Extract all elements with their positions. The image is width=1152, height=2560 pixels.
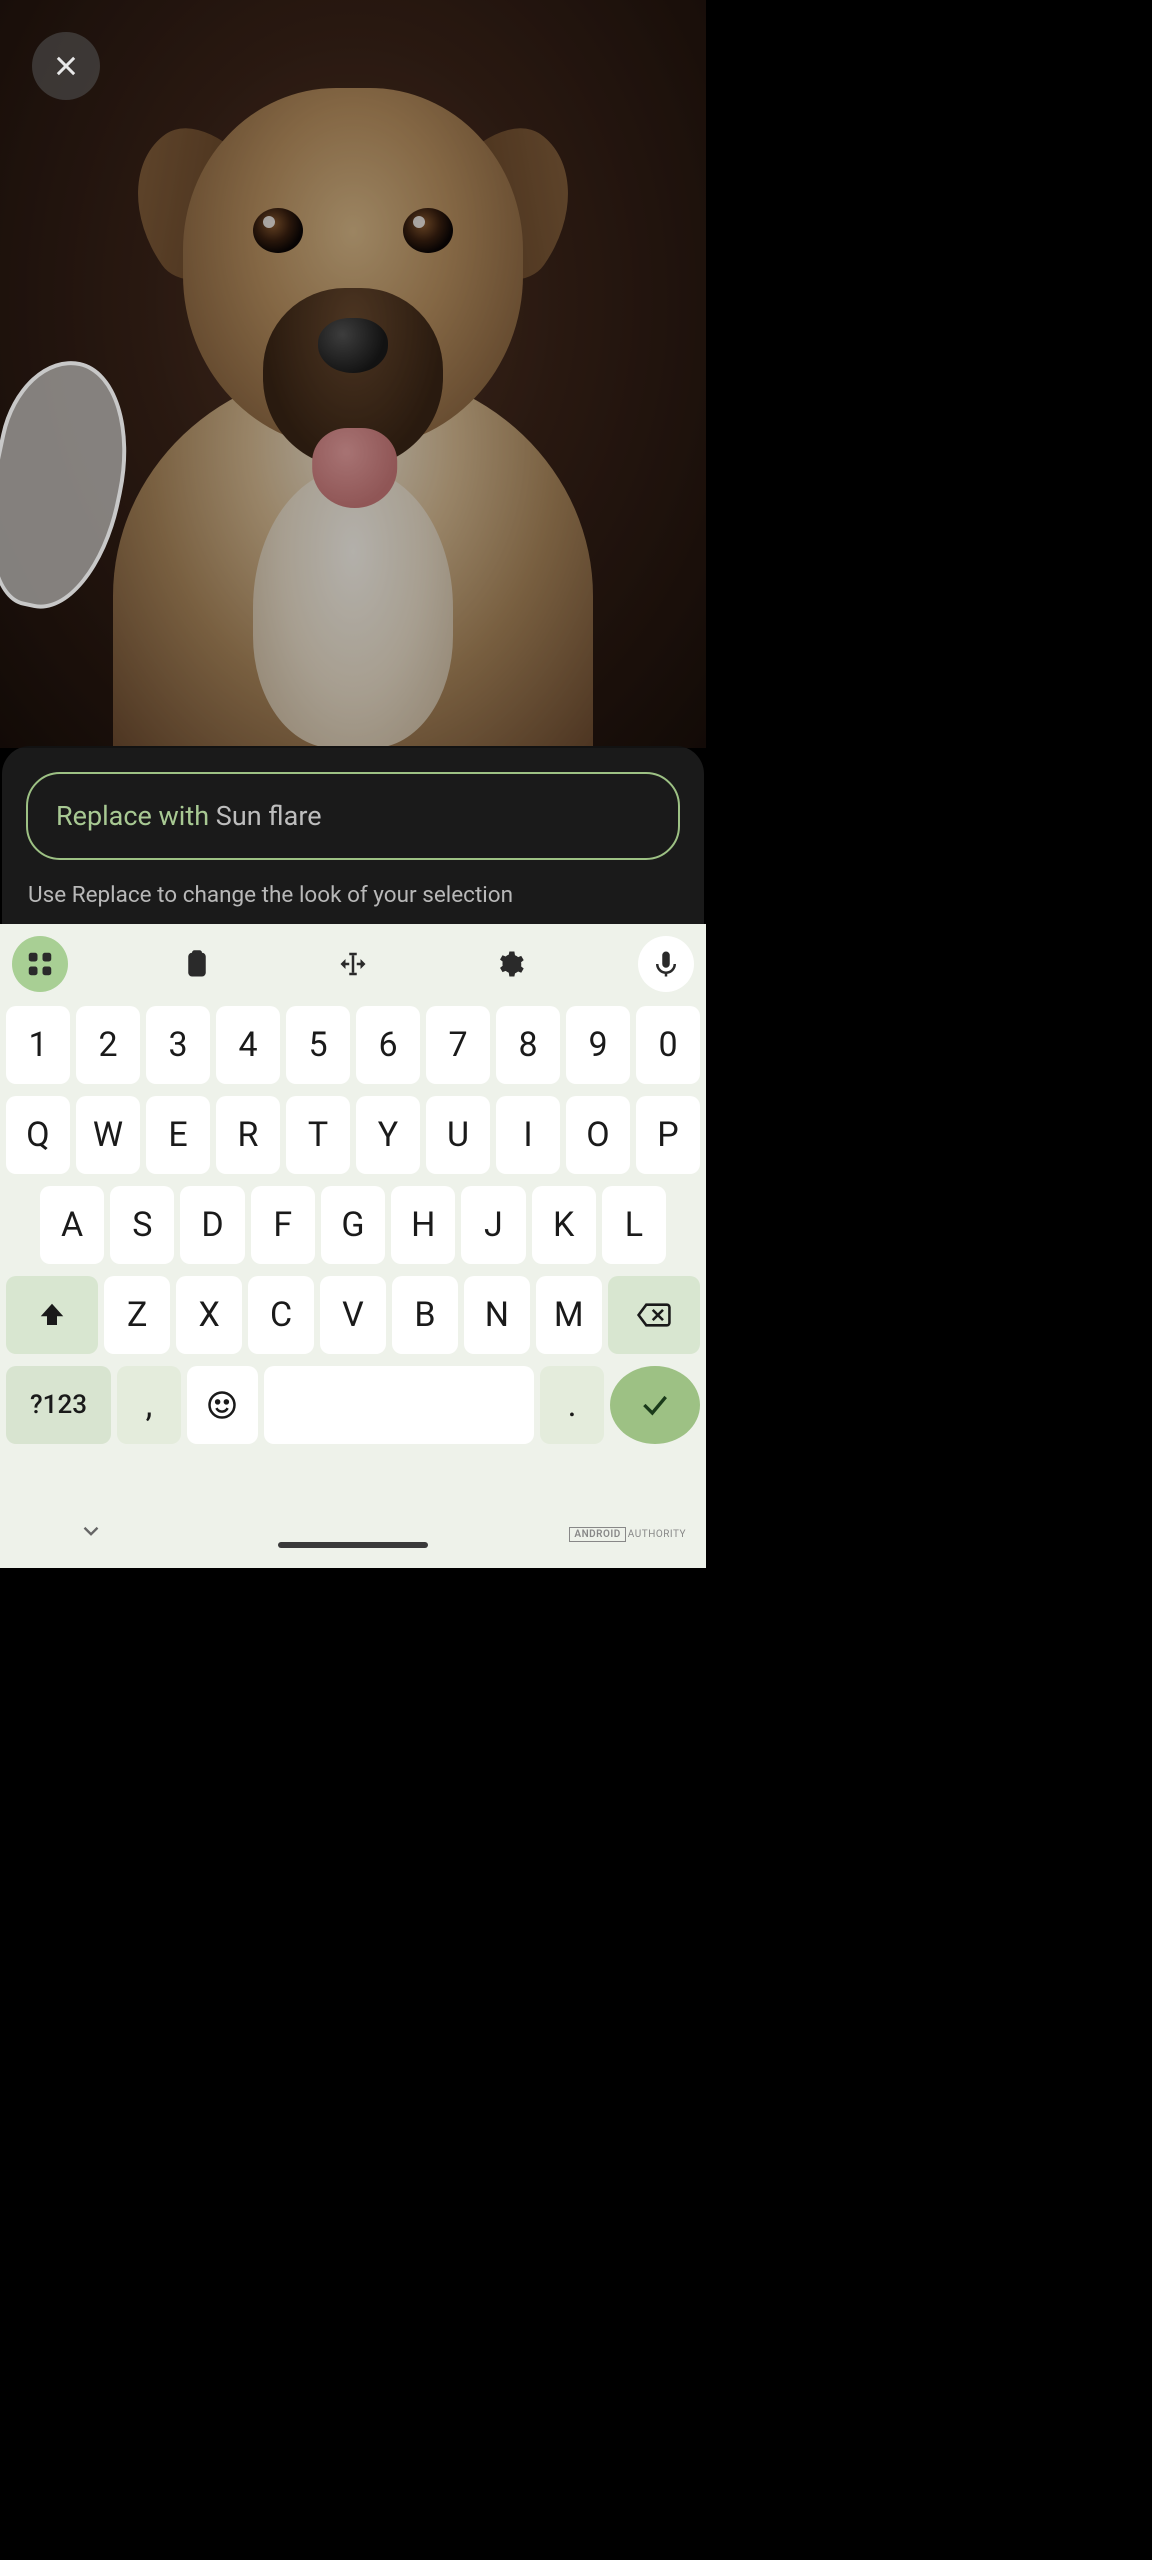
voice-input-button[interactable]: [638, 936, 694, 992]
keyboard-row-numbers: 1234567890: [6, 1006, 700, 1084]
replace-input-panel: Replace with Sun flare Use Replace to ch…: [2, 746, 704, 926]
close-icon: [52, 52, 80, 80]
space-key[interactable]: [264, 1366, 534, 1444]
emoji-key[interactable]: [187, 1366, 258, 1444]
replace-input[interactable]: Replace with Sun flare: [26, 772, 680, 860]
keyboard-row-1: QWERTYUIOP: [6, 1096, 700, 1174]
photo-editor-canvas[interactable]: [0, 0, 706, 748]
key-4[interactable]: 4: [216, 1006, 280, 1084]
emoji-icon: [207, 1390, 237, 1420]
nav-gesture-pill[interactable]: [278, 1542, 428, 1548]
key-q[interactable]: Q: [6, 1096, 70, 1174]
key-k[interactable]: K: [532, 1186, 596, 1264]
shift-icon: [37, 1300, 67, 1330]
clipboard-button[interactable]: [169, 936, 225, 992]
key-y[interactable]: Y: [356, 1096, 420, 1174]
key-0[interactable]: 0: [636, 1006, 700, 1084]
on-screen-keyboard: 1234567890 QWERTYUIOP ASDFGHJKL ZXCVBNM …: [0, 924, 706, 1568]
replace-input-value: Sun flare: [216, 800, 322, 832]
replace-input-label: Replace with: [56, 800, 209, 832]
key-g[interactable]: G: [321, 1186, 385, 1264]
clipboard-icon: [182, 949, 212, 979]
backspace-icon: [636, 1300, 672, 1330]
key-j[interactable]: J: [461, 1186, 525, 1264]
key-6[interactable]: 6: [356, 1006, 420, 1084]
key-w[interactable]: W: [76, 1096, 140, 1174]
key-h[interactable]: H: [391, 1186, 455, 1264]
watermark-brand: ANDROID: [569, 1527, 625, 1542]
key-f[interactable]: F: [251, 1186, 315, 1264]
key-e[interactable]: E: [146, 1096, 210, 1174]
watermark: ANDROIDAUTHORITY: [569, 1527, 686, 1542]
key-r[interactable]: R: [216, 1096, 280, 1174]
grid-icon: [25, 949, 55, 979]
watermark-suffix: AUTHORITY: [628, 1529, 686, 1540]
comma-key[interactable]: ,: [117, 1366, 181, 1444]
microphone-icon: [651, 949, 681, 979]
key-i[interactable]: I: [496, 1096, 560, 1174]
gear-icon: [495, 949, 525, 979]
key-9[interactable]: 9: [566, 1006, 630, 1084]
keyboard-row-2: ASDFGHJKL: [6, 1186, 700, 1264]
keyboard-apps-button[interactable]: [12, 936, 68, 992]
keyboard-row-3: ZXCVBNM: [6, 1276, 700, 1354]
chevron-down-icon: [78, 1518, 104, 1544]
key-7[interactable]: 7: [426, 1006, 490, 1084]
key-v[interactable]: V: [320, 1276, 386, 1354]
key-2[interactable]: 2: [76, 1006, 140, 1084]
key-t[interactable]: T: [286, 1096, 350, 1174]
key-d[interactable]: D: [180, 1186, 244, 1264]
key-n[interactable]: N: [464, 1276, 530, 1354]
key-p[interactable]: P: [636, 1096, 700, 1174]
close-button[interactable]: [32, 32, 100, 100]
replace-hint: Use Replace to change the look of your s…: [26, 882, 680, 908]
shift-key[interactable]: [6, 1276, 98, 1354]
key-s[interactable]: S: [110, 1186, 174, 1264]
key-l[interactable]: L: [602, 1186, 666, 1264]
key-o[interactable]: O: [566, 1096, 630, 1174]
symbols-key[interactable]: ?123: [6, 1366, 111, 1444]
cursor-move-icon: [338, 949, 368, 979]
system-nav-bar: ANDROIDAUTHORITY: [0, 1504, 706, 1568]
enter-key[interactable]: [610, 1366, 700, 1444]
text-select-button[interactable]: [325, 936, 381, 992]
keyboard-row-bottom: ?123 , .: [6, 1366, 700, 1444]
period-key[interactable]: .: [540, 1366, 604, 1444]
key-5[interactable]: 5: [286, 1006, 350, 1084]
key-a[interactable]: A: [40, 1186, 104, 1264]
key-x[interactable]: X: [176, 1276, 242, 1354]
key-8[interactable]: 8: [496, 1006, 560, 1084]
keyboard-toolbar: [0, 936, 706, 1006]
key-c[interactable]: C: [248, 1276, 314, 1354]
keyboard-settings-button[interactable]: [482, 936, 538, 992]
key-3[interactable]: 3: [146, 1006, 210, 1084]
backspace-key[interactable]: [608, 1276, 700, 1354]
key-z[interactable]: Z: [104, 1276, 170, 1354]
check-icon: [639, 1389, 671, 1421]
key-1[interactable]: 1: [6, 1006, 70, 1084]
keyboard-collapse-button[interactable]: [78, 1518, 104, 1548]
key-u[interactable]: U: [426, 1096, 490, 1174]
key-m[interactable]: M: [536, 1276, 602, 1354]
key-b[interactable]: B: [392, 1276, 458, 1354]
